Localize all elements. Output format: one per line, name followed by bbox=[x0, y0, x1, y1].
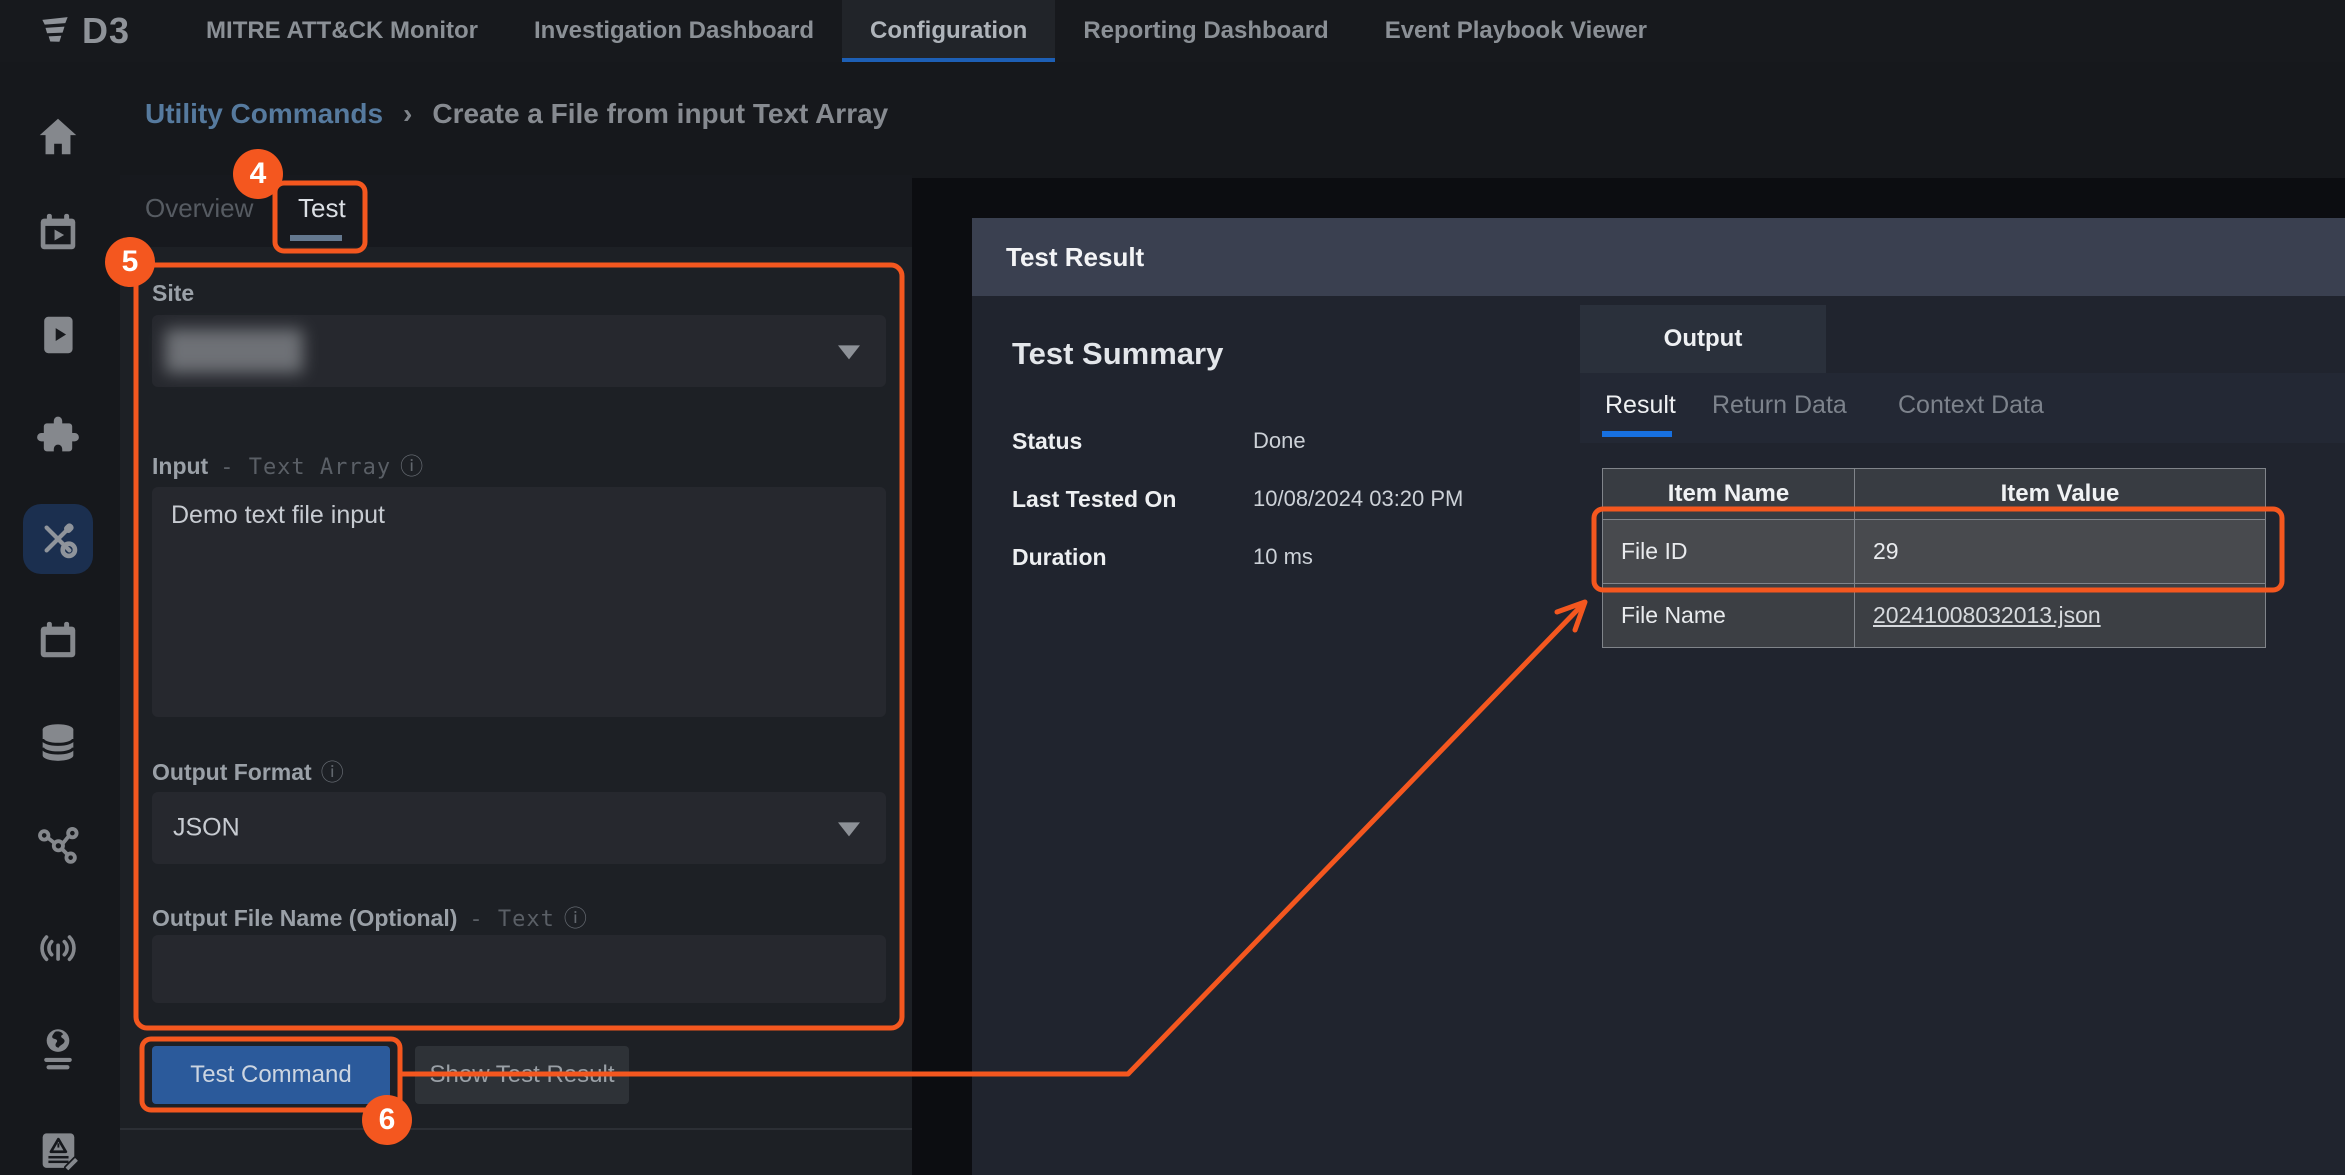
site-label: Site bbox=[152, 280, 194, 307]
input-label: Input - Text Array ⓘ bbox=[152, 447, 423, 481]
info-icon[interactable]: ⓘ bbox=[564, 906, 587, 932]
tab-context-data[interactable]: Context Data bbox=[1898, 391, 2044, 420]
breadcrumb: Utility Commands › Create a File from in… bbox=[145, 98, 888, 130]
item-value-header: Item Value bbox=[1854, 469, 2265, 519]
nav-item-configuration[interactable]: Configuration bbox=[842, 0, 1055, 62]
output-format-dropdown[interactable]: JSON bbox=[152, 792, 886, 864]
tab-overview[interactable]: Overview bbox=[145, 193, 253, 224]
breadcrumb-chevron-icon: › bbox=[403, 98, 412, 130]
status-label: Status bbox=[1012, 428, 1082, 455]
d3-logo[interactable]: D3 bbox=[0, 0, 178, 62]
nav-item-mitre-attck-monitor[interactable]: MITRE ATT&CK Monitor bbox=[178, 0, 506, 62]
file-name-link[interactable]: 20241008032013.json bbox=[1873, 602, 2101, 629]
site-value-redacted bbox=[165, 329, 303, 373]
test-result-title: Test Result bbox=[1006, 242, 1144, 273]
output-file-name-type-hint: - Text bbox=[469, 907, 554, 932]
tab-return-data[interactable]: Return Data bbox=[1712, 391, 1847, 420]
nav-item-event-playbook-viewer[interactable]: Event Playbook Viewer bbox=[1357, 0, 1675, 62]
test-result-panel: Test Result Test Summary Status Done Las… bbox=[972, 218, 2345, 1175]
breadcrumb-utility-commands[interactable]: Utility Commands bbox=[145, 98, 383, 130]
dropdown-caret-icon bbox=[838, 345, 860, 359]
tab-test-active-indicator bbox=[290, 235, 342, 241]
home-icon[interactable] bbox=[23, 102, 93, 172]
nav-item-reporting-dashboard[interactable]: Reporting Dashboard bbox=[1055, 0, 1356, 62]
result-tabs-bar: Result Return Data Context Data bbox=[1580, 373, 2345, 443]
tab-output[interactable]: Output bbox=[1580, 305, 1826, 373]
output-file-name-label-text: Output File Name (Optional) bbox=[152, 905, 457, 931]
utility-commands-icon[interactable] bbox=[23, 504, 93, 574]
output-file-name-input[interactable] bbox=[152, 935, 886, 1003]
input-textarea[interactable]: Demo text file input bbox=[152, 487, 886, 717]
panel-divider bbox=[120, 1128, 912, 1130]
output-format-value: JSON bbox=[173, 814, 240, 843]
last-tested-on-label: Last Tested On bbox=[1012, 486, 1176, 513]
result-table: Item Name Item Value File ID 29 File Nam… bbox=[1602, 468, 2266, 648]
item-name-header: Item Name bbox=[1603, 469, 1854, 519]
file-name-name: File Name bbox=[1603, 584, 1854, 647]
test-command-button[interactable]: Test Command bbox=[152, 1046, 390, 1104]
nav-item-investigation-dashboard[interactable]: Investigation Dashboard bbox=[506, 0, 842, 62]
tab-result[interactable]: Result bbox=[1605, 391, 1676, 420]
info-icon[interactable]: ⓘ bbox=[321, 760, 344, 786]
dropdown-caret-icon bbox=[838, 822, 860, 836]
d3-logo-text: D3 bbox=[82, 10, 130, 52]
app-window: D3 MITRE ATT&CK Monitor Investigation Da… bbox=[0, 0, 2345, 1175]
geolocation-icon[interactable] bbox=[23, 1014, 93, 1084]
site-label-text: Site bbox=[152, 280, 194, 306]
step-badge-4: 4 bbox=[233, 149, 283, 199]
duration-value: 10 ms bbox=[1253, 544, 1313, 570]
duration-label: Duration bbox=[1012, 544, 1107, 571]
incident-report-icon[interactable] bbox=[23, 1116, 93, 1175]
broadcast-icon[interactable] bbox=[23, 912, 93, 982]
input-value: Demo text file input bbox=[171, 501, 385, 530]
test-summary-title: Test Summary bbox=[1012, 336, 1223, 372]
table-header-row: Item Name Item Value bbox=[1603, 469, 2265, 519]
page-title: Create a File from input Text Array bbox=[432, 98, 888, 130]
link-analysis-icon[interactable] bbox=[23, 810, 93, 880]
integrations-icon[interactable] bbox=[23, 402, 93, 472]
nav-menu: MITRE ATT&CK Monitor Investigation Dashb… bbox=[178, 0, 1675, 62]
step-badge-6: 6 bbox=[362, 1095, 412, 1145]
site-dropdown[interactable] bbox=[152, 315, 886, 387]
tab-test[interactable]: Test bbox=[298, 193, 346, 224]
top-nav: D3 MITRE ATT&CK Monitor Investigation Da… bbox=[0, 0, 2345, 62]
tab-result-active-indicator bbox=[1602, 431, 1672, 437]
step-badge-5: 5 bbox=[105, 237, 155, 287]
input-label-text: Input bbox=[152, 453, 208, 479]
command-test-panel: Overview Test Site Input - Text Array ⓘ De… bbox=[120, 175, 912, 1175]
output-format-label-text: Output Format bbox=[152, 759, 312, 785]
output-format-label: Output Format ⓘ bbox=[152, 753, 344, 787]
table-row-file-id: File ID 29 bbox=[1603, 519, 2265, 583]
show-test-result-button[interactable]: Show Test Result bbox=[415, 1046, 629, 1104]
output-file-name-label: Output File Name (Optional) - Text ⓘ bbox=[152, 899, 587, 933]
test-result-header: Test Result bbox=[972, 218, 2345, 296]
info-icon[interactable]: ⓘ bbox=[400, 454, 423, 480]
data-management-icon[interactable] bbox=[23, 708, 93, 778]
d3-logo-mark bbox=[34, 12, 76, 50]
icon-sidebar bbox=[0, 62, 118, 1175]
event-playbook-icon[interactable] bbox=[23, 198, 93, 268]
table-row-file-name: File Name 20241008032013.json bbox=[1603, 583, 2265, 647]
schedule-icon[interactable] bbox=[23, 606, 93, 676]
last-tested-on-value: 10/08/2024 03:20 PM bbox=[1253, 486, 1463, 512]
file-id-value: 29 bbox=[1854, 520, 2265, 583]
input-type-hint: - Text Array bbox=[220, 455, 391, 480]
playbook-library-icon[interactable] bbox=[23, 300, 93, 370]
status-value: Done bbox=[1253, 428, 1306, 454]
file-id-name: File ID bbox=[1603, 520, 1854, 583]
